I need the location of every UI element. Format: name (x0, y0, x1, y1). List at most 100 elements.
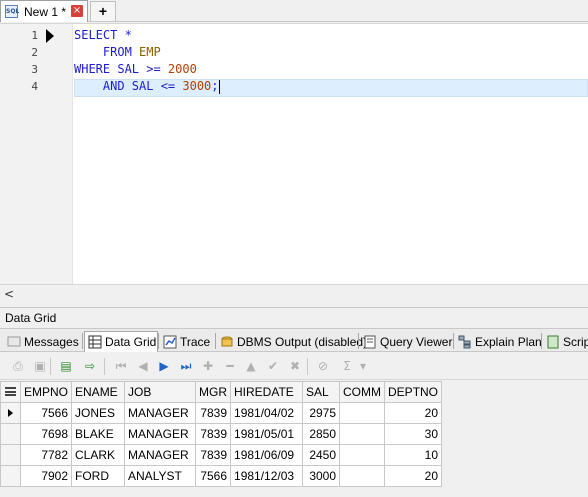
cell-empno[interactable]: 7782 (19, 444, 73, 466)
cell-job[interactable]: MANAGER (124, 402, 197, 424)
column-header-job[interactable]: JOB (124, 381, 197, 403)
cell-deptno[interactable]: 20 (384, 402, 443, 424)
cell-comm[interactable] (339, 423, 386, 445)
table-row[interactable]: 7902 FORD ANALYST 7566 1981/12/03 3000 20 (0, 465, 443, 487)
sum-icon[interactable]: Σ (339, 358, 355, 374)
cell-comm[interactable] (339, 465, 386, 487)
tab-label: DBMS Output (disabled) (237, 334, 368, 349)
cell-ename[interactable]: FORD (71, 465, 126, 487)
tab-explain-plan[interactable]: Explain Plan (455, 331, 542, 352)
row-selector[interactable] (0, 444, 21, 466)
next-record-icon[interactable]: ▶ (156, 358, 172, 374)
cell-deptno[interactable]: 10 (384, 444, 443, 466)
column-header-sal[interactable]: SAL (302, 381, 341, 403)
tab-messages[interactable]: Messages (4, 331, 82, 352)
cell-sal[interactable]: 3000 (302, 465, 341, 487)
column-header-deptno[interactable]: DEPTNO (384, 381, 443, 403)
code-token: AND SAL <= (74, 79, 183, 93)
cell-mgr[interactable]: 7839 (195, 402, 232, 424)
save-icon[interactable]: ▣ (32, 358, 48, 374)
cell-mgr[interactable]: 7566 (195, 465, 232, 487)
query-viewer-icon (363, 335, 377, 349)
cell-sal[interactable]: 2975 (302, 402, 341, 424)
delete-record-icon[interactable]: ━ (222, 358, 238, 374)
cell-empno[interactable]: 7902 (19, 465, 73, 487)
tab-separator (82, 333, 83, 349)
cell-ename[interactable]: JONES (71, 402, 126, 424)
document-tab-new-1[interactable]: SQL New 1 * × (0, 0, 88, 22)
tab-query-viewer[interactable]: Query Viewer (360, 331, 453, 352)
table-row[interactable]: 7782 CLARK MANAGER 7839 1981/06/09 2450 10 (0, 444, 443, 466)
cell-hiredate[interactable]: 1981/12/03 (230, 465, 304, 487)
insert-record-icon[interactable]: ✚ (200, 358, 216, 374)
cell-job[interactable]: MANAGER (124, 423, 197, 445)
tab-label: Scrip (563, 334, 588, 349)
data-grid[interactable]: EMPNO ENAME JOB MGR HIREDATE SAL COMM DEPTNO 756… (0, 381, 443, 487)
column-header-hiredate[interactable]: HIREDATE (230, 381, 304, 403)
cell-sal[interactable]: 2850 (302, 423, 341, 445)
cell-comm[interactable] (339, 402, 386, 424)
table-row[interactable]: 7566 JONES MANAGER 7839 1981/04/02 2975 20 (0, 402, 443, 424)
cell-hiredate[interactable]: 1981/04/02 (230, 402, 304, 424)
row-selector[interactable] (0, 423, 21, 445)
table-row[interactable]: 7698 BLAKE MANAGER 7839 1981/05/01 2850 30 (0, 423, 443, 445)
tab-data-grid[interactable]: Data Grid (84, 331, 158, 352)
tab-label: Messages (24, 334, 79, 349)
cell-empno[interactable]: 7566 (19, 402, 73, 424)
prior-record-icon[interactable]: ◀ (135, 358, 151, 374)
cell-hiredate[interactable]: 1981/06/09 (230, 444, 304, 466)
column-header-empno[interactable]: EMPNO (19, 381, 73, 403)
tab-script[interactable]: Scrip (543, 331, 588, 352)
tab-dbms-output[interactable]: DBMS Output (disabled) (217, 331, 367, 352)
cell-hiredate[interactable]: 1981/05/01 (230, 423, 304, 445)
grid-header-row: EMPNO ENAME JOB MGR HIREDATE SAL COMM DEPTNO (0, 381, 443, 403)
dropdown-arrow-icon[interactable]: ▾ (359, 358, 367, 374)
cell-job[interactable]: MANAGER (124, 444, 197, 466)
cell-ename[interactable]: CLARK (71, 444, 126, 466)
sql-editor[interactable]: 1 2 3 4 SELECT * FROM EMP WHERE SAL >= 20… (0, 23, 588, 286)
edit-record-icon[interactable]: ▲ (243, 358, 259, 374)
document-tab-strip: SQL New 1 * × + (0, 0, 588, 22)
cell-deptno[interactable]: 30 (384, 423, 443, 445)
line-number-gutter: 1 2 3 4 (0, 24, 73, 286)
cancel-record-icon[interactable]: ✖ (287, 358, 303, 374)
column-header-mgr[interactable]: MGR (195, 381, 232, 403)
code-token: 2000 (167, 62, 197, 76)
cell-comm[interactable] (339, 444, 386, 466)
column-header-ename[interactable]: ENAME (71, 381, 126, 403)
grid-empty-area (0, 487, 588, 497)
explain-plan-icon (458, 335, 472, 349)
cell-mgr[interactable]: 7839 (195, 423, 232, 445)
code-token: ; (211, 79, 219, 93)
cell-ename[interactable]: BLAKE (71, 423, 126, 445)
cell-job[interactable]: ANALYST (124, 465, 197, 487)
tab-separator (358, 333, 359, 349)
pane-splitter[interactable] (0, 300, 588, 308)
copy-rows-icon[interactable]: ▤ (58, 358, 74, 374)
editor-horizontal-scrollbar[interactable]: < (0, 284, 588, 301)
code-line: WHERE SAL >= 2000 (74, 61, 197, 78)
filter-icon[interactable]: ⊘ (315, 358, 331, 374)
first-record-icon[interactable]: ⏮ (113, 358, 129, 374)
messages-icon (7, 335, 21, 349)
grid-corner-menu[interactable] (0, 381, 21, 403)
cell-sal[interactable]: 2450 (302, 444, 341, 466)
last-record-icon[interactable]: ⏭ (178, 358, 194, 374)
row-selector[interactable] (0, 402, 21, 424)
cell-empno[interactable]: 7698 (19, 423, 73, 445)
cell-mgr[interactable]: 7839 (195, 444, 232, 466)
tab-trace[interactable]: Trace (160, 331, 214, 352)
post-record-icon[interactable]: ✔ (265, 358, 281, 374)
scroll-left-icon[interactable]: < (4, 287, 14, 301)
current-row-indicator-icon (8, 409, 13, 417)
column-header-comm[interactable]: COMM (339, 381, 386, 403)
export-icon[interactable]: ⇨ (82, 358, 98, 374)
close-tab-icon[interactable]: × (71, 5, 83, 17)
row-selector[interactable] (0, 465, 21, 487)
new-tab-button[interactable]: + (90, 1, 116, 21)
cell-deptno[interactable]: 20 (384, 465, 443, 487)
code-line: FROM EMP (74, 44, 161, 61)
tab-label: Data Grid (105, 335, 157, 349)
code-token: 3000 (182, 79, 212, 93)
print-icon[interactable]: ⎙ (10, 358, 26, 374)
